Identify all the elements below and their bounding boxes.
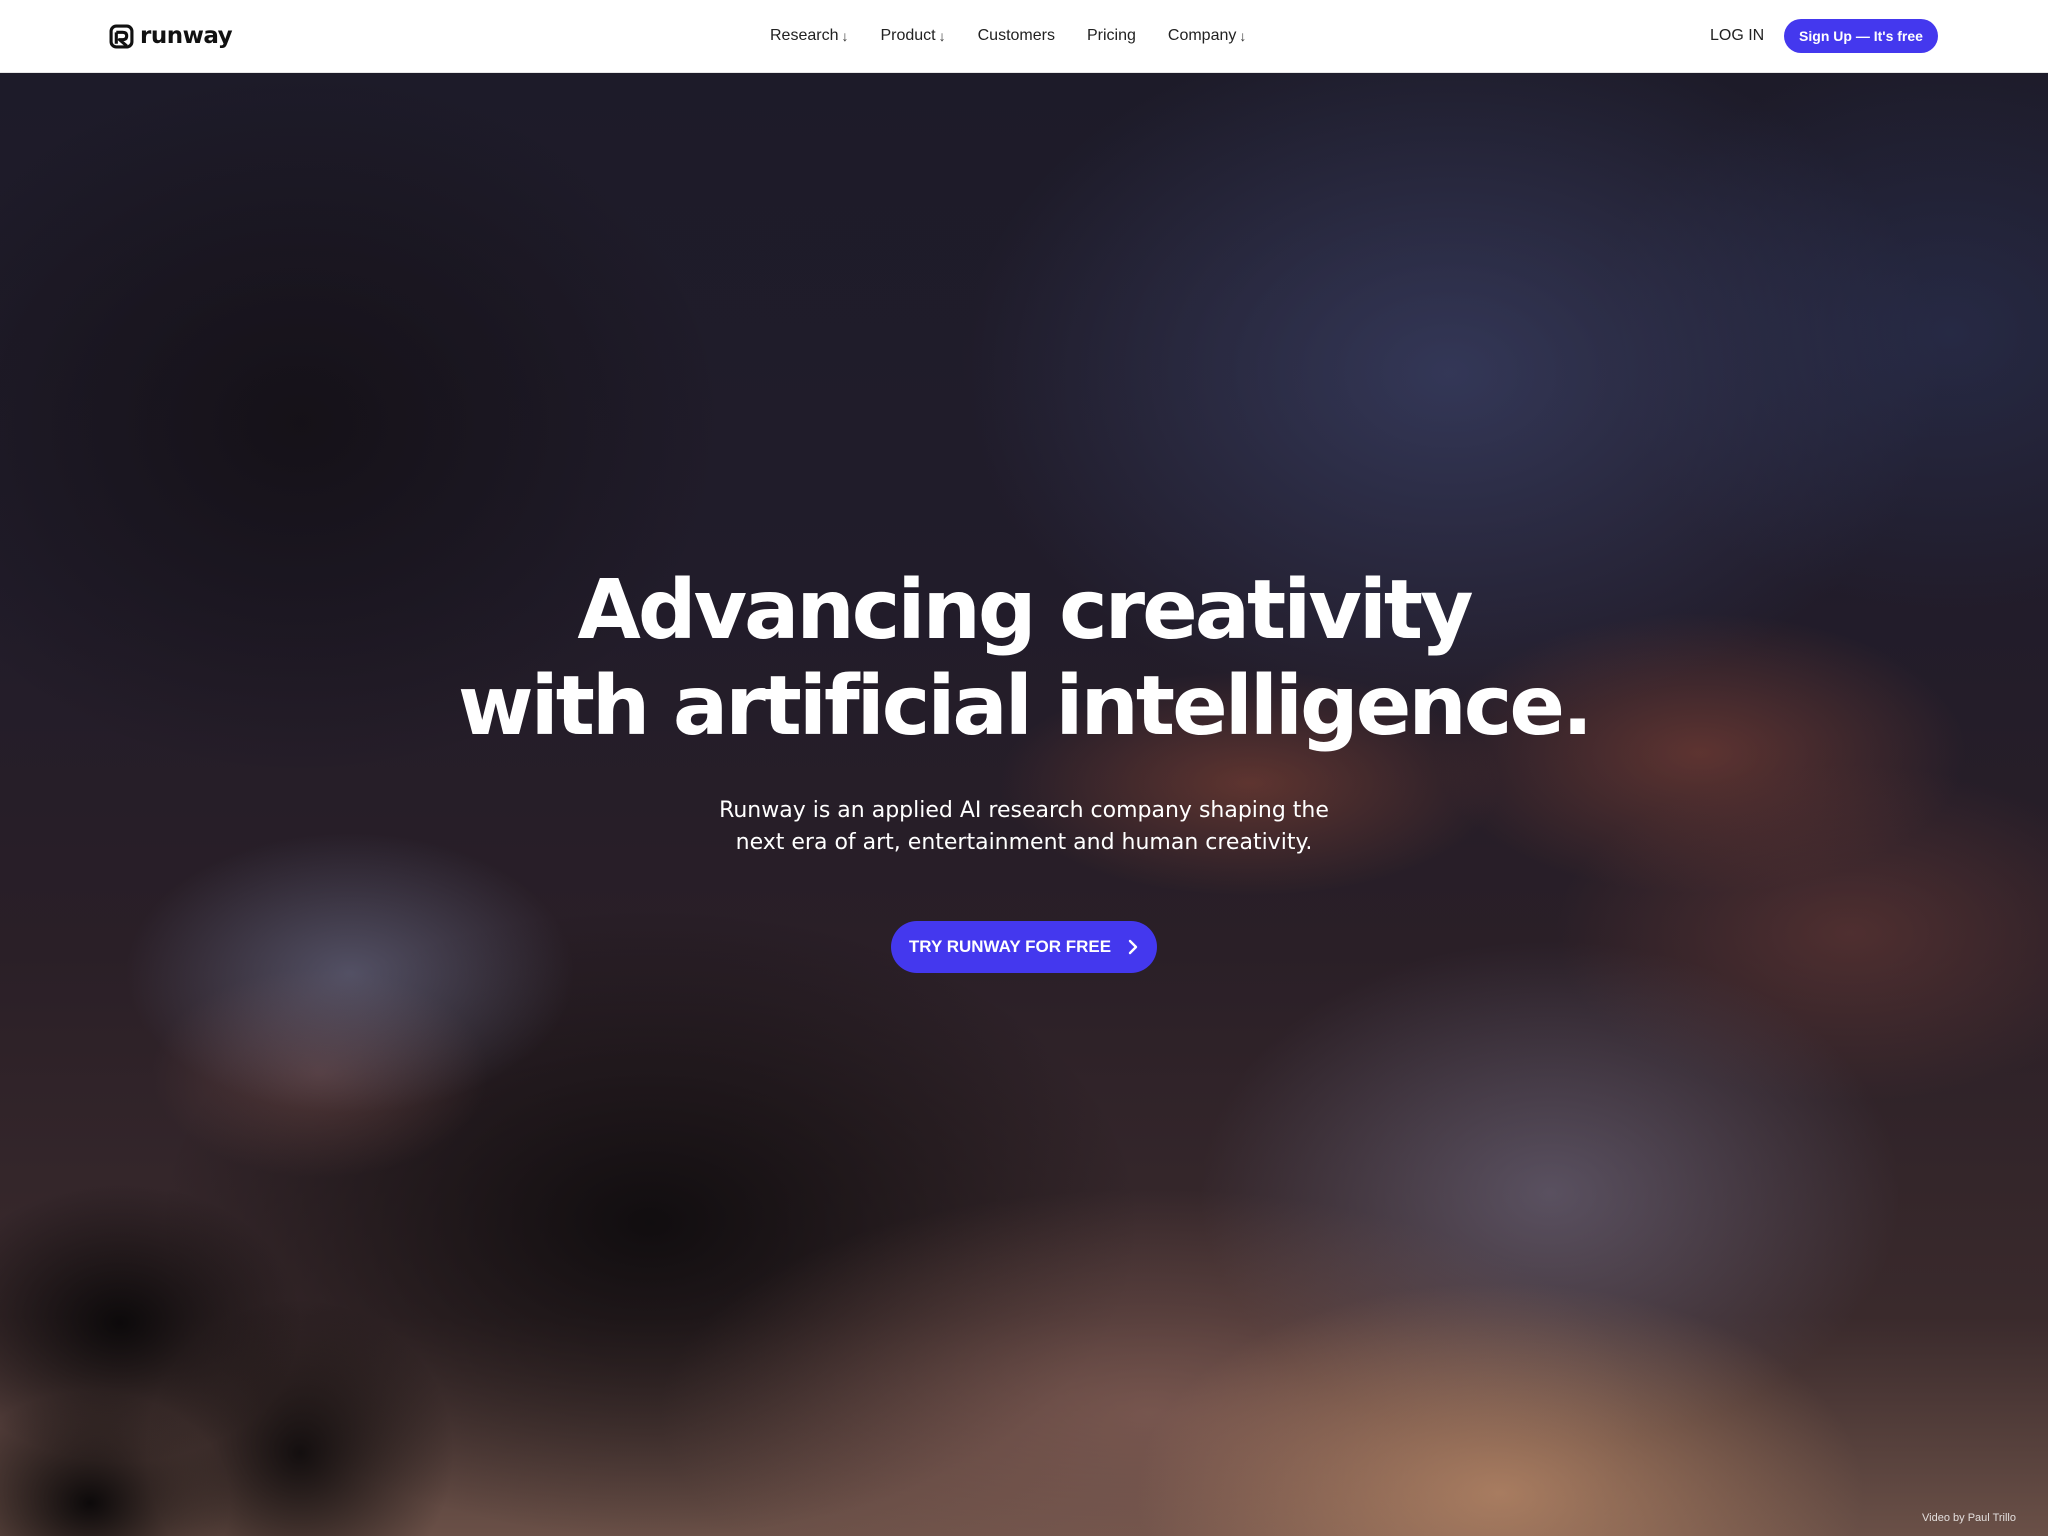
hero-subtitle: Runway is an applied AI research company…: [719, 795, 1329, 859]
main-nav: Research ↓ Product ↓ Customers Pricing C…: [770, 0, 1246, 72]
arrow-down-icon: ↓: [841, 28, 849, 44]
runway-logo[interactable]: runway: [109, 21, 233, 51]
top-navbar: runway Research ↓ Product ↓ Customers Pr…: [0, 0, 2048, 73]
runway-logo-icon: [109, 24, 134, 48]
nav-item-pricing[interactable]: Pricing: [1087, 27, 1136, 45]
hero-subtitle-line: Runway is an applied AI research company…: [719, 798, 1329, 823]
nav-item-label: Product: [880, 27, 936, 44]
hero-title: Advancing creativity with artificial int…: [457, 563, 1593, 755]
nav-item-company[interactable]: Company ↓: [1168, 27, 1246, 45]
nav-item-label: Research: [770, 27, 839, 44]
hero-content: Advancing creativity with artificial int…: [0, 563, 2048, 973]
nav-item-label: Customers: [977, 27, 1055, 44]
hero-title-line: with artificial intelligence.: [457, 659, 1593, 754]
cta-label: TRY RUNWAY FOR FREE: [908, 937, 1112, 956]
hero-subtitle-line: next era of art, entertainment and human…: [735, 830, 1313, 855]
hero-section: Advancing creativity with artificial int…: [0, 73, 2048, 1536]
signup-button[interactable]: Sign Up — It's free: [1784, 19, 1938, 53]
login-link[interactable]: LOG IN: [1710, 0, 1764, 72]
arrow-down-icon: ↓: [938, 28, 946, 44]
nav-item-product[interactable]: Product ↓: [880, 27, 945, 45]
nav-item-label: Pricing: [1086, 27, 1136, 44]
hero-title-line: Advancing creativity: [577, 563, 1473, 658]
nav-item-customers[interactable]: Customers: [978, 27, 1055, 45]
try-runway-button[interactable]: TRY RUNWAY FOR FREE: [891, 921, 1157, 973]
video-credit: Video by Paul Trillo: [1922, 1512, 2016, 1524]
logo-wordmark: runway: [140, 23, 233, 49]
hero-background-foliage: [0, 1123, 600, 1536]
nav-item-label: Company: [1167, 27, 1237, 44]
arrow-down-icon: ↓: [1239, 28, 1247, 44]
nav-item-research[interactable]: Research ↓: [770, 27, 848, 45]
chevron-right-icon: [1128, 939, 1138, 955]
